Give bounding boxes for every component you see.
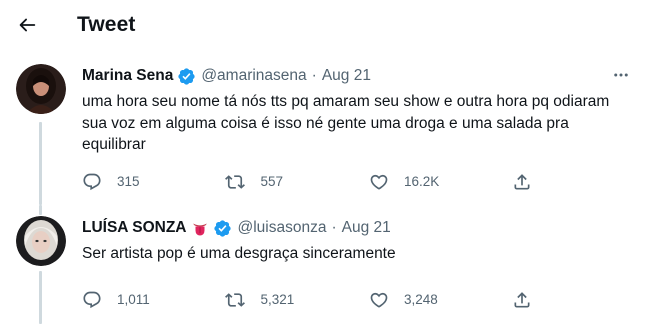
reply-count: 1,011	[117, 292, 150, 307]
author-handle[interactable]: @amarinasena	[201, 67, 306, 85]
reply-count: 315	[117, 174, 140, 189]
tweet-header: Marina Sena @amarinasena · Aug 21	[82, 64, 634, 88]
tweet-date[interactable]: Aug 21	[322, 67, 371, 85]
retweet-icon	[225, 292, 246, 307]
author-name[interactable]: Marina Sena	[82, 67, 173, 85]
reply-button[interactable]: 1,011	[82, 289, 225, 310]
share-icon	[514, 173, 530, 189]
reply-icon	[83, 291, 101, 308]
heart-icon	[370, 292, 388, 308]
more-options-button[interactable]	[608, 64, 634, 86]
retweet-count: 5,321	[260, 292, 295, 307]
like-count: 3,248	[403, 292, 438, 307]
retweet-icon	[225, 174, 246, 189]
author-name[interactable]: LUÍSA SONZA	[82, 219, 186, 237]
tweet-text: uma hora seu nome tá nós tts pq amaram s…	[82, 93, 610, 153]
thread-line	[39, 122, 42, 205]
tongue-emoji-icon	[193, 223, 208, 236]
more-icon	[614, 73, 628, 77]
reply-icon	[83, 173, 101, 190]
retweet-count: 557	[260, 174, 283, 189]
tweet-text: Ser artista pop é uma desgraça sincerame…	[82, 245, 396, 262]
tweet-date[interactable]: Aug 21	[342, 219, 391, 237]
back-arrow-icon	[19, 18, 36, 32]
share-button[interactable]	[512, 289, 552, 310]
tweet-header: LUÍSA SONZA @luisasonza · Aug 21	[82, 216, 634, 240]
page-title: Tweet	[77, 13, 136, 36]
avatar[interactable]	[16, 64, 66, 114]
like-button[interactable]: 3,248	[369, 289, 512, 310]
retweet-button[interactable]: 557	[225, 171, 368, 192]
like-count: 16.2K	[403, 174, 440, 189]
separator-dot: ·	[331, 219, 337, 236]
tweet-actions: 1,011 5,321 3,248	[82, 289, 552, 310]
thread-line	[39, 271, 42, 324]
tweet-actions: 315 557 16.2K	[82, 171, 552, 192]
share-button[interactable]	[512, 171, 552, 192]
share-icon	[514, 291, 530, 307]
verified-badge-icon	[214, 219, 232, 237]
tweet[interactable]: LUÍSA SONZA @luisasonza · Aug 21 Ser art…	[0, 205, 650, 324]
verified-badge-icon	[178, 67, 195, 85]
avatar[interactable]	[16, 216, 66, 266]
separator-dot: ·	[311, 67, 317, 84]
author-handle[interactable]: @luisasonza	[237, 219, 326, 237]
header: Tweet	[0, 0, 650, 52]
thread-line	[39, 205, 42, 215]
back-button[interactable]	[10, 8, 44, 42]
retweet-button[interactable]: 5,321	[225, 289, 368, 310]
heart-icon	[370, 174, 388, 190]
tweet[interactable]: Marina Sena @amarinasena · Aug 21 uma ho…	[0, 64, 650, 205]
reply-button[interactable]: 315	[82, 171, 225, 192]
like-button[interactable]: 16.2K	[369, 171, 512, 192]
